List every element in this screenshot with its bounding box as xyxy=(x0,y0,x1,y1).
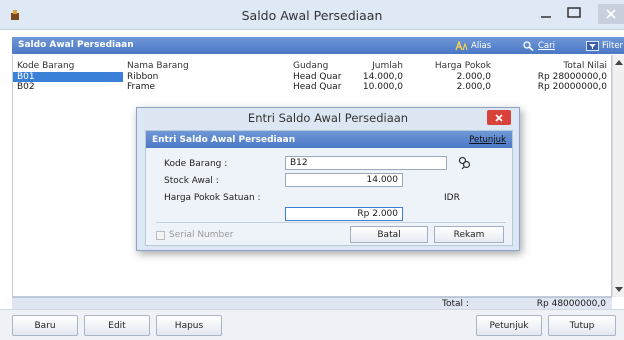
scroll-down-icon[interactable] xyxy=(615,287,623,292)
hapus-button[interactable]: Hapus xyxy=(156,315,222,336)
petunjuk-button[interactable]: Petunjuk xyxy=(476,315,542,336)
dialog-header-bar: Entri Saldo Awal Persediaan Petunjuk xyxy=(146,131,512,148)
cell-kode: B02 xyxy=(17,82,35,92)
column-header[interactable]: Jumlah xyxy=(353,61,403,71)
filter-icon xyxy=(586,40,599,51)
cell-nama: Ribbon xyxy=(127,72,159,82)
search-icon xyxy=(523,40,534,51)
cell-jumlah: 14.000,0 xyxy=(362,72,403,82)
column-header[interactable]: Total Nilai xyxy=(513,61,607,71)
serial-number-label: Serial Number xyxy=(169,230,234,240)
total-bar: Total : Rp 48000000,0 xyxy=(12,297,612,309)
list-header-bar: Saldo Awal Persediaan Alias Cari Filter xyxy=(12,37,624,54)
harga-pokok-field[interactable]: Rp 2.000 xyxy=(285,207,403,221)
window-title: Saldo Awal Persediaan xyxy=(241,8,383,23)
column-header[interactable]: Nama Barang xyxy=(127,61,189,71)
column-header[interactable]: Gudang xyxy=(293,61,328,71)
maximize-button[interactable] xyxy=(563,4,585,24)
kode-barang-label: Kode Barang : xyxy=(164,159,228,169)
rekam-button[interactable]: Rekam xyxy=(434,226,504,243)
harga-pokok-label: Harga Pokok Satuan : xyxy=(164,193,261,203)
dialog-titlebar[interactable]: Entri Saldo Awal Persediaan xyxy=(137,108,519,127)
alias-button[interactable]: Alias xyxy=(455,39,491,52)
cell-total: Rp 20000000,0 xyxy=(537,82,607,92)
cell-total: Rp 28000000,0 xyxy=(537,72,607,82)
dialog-close-button[interactable] xyxy=(487,110,511,125)
stock-awal-label: Stock Awal : xyxy=(164,176,219,186)
kode-barang-field[interactable]: B12 xyxy=(285,156,447,170)
dialog-header-title: Entri Saldo Awal Persediaan xyxy=(152,135,296,145)
cell-gudang: Head Quar xyxy=(293,82,342,92)
close-icon xyxy=(606,9,616,19)
checkbox-box[interactable] xyxy=(156,230,165,240)
cell-harga: 2.000,0 xyxy=(456,72,491,82)
close-icon xyxy=(495,113,503,122)
cell-gudang: Head Quar xyxy=(293,72,342,82)
minimize-button[interactable] xyxy=(536,4,556,24)
total-label: Total : xyxy=(442,299,469,309)
scroll-up-icon[interactable] xyxy=(615,60,623,65)
currency-label: IDR xyxy=(444,193,460,203)
vertical-scrollbar[interactable] xyxy=(612,55,624,297)
column-header[interactable]: Kode Barang xyxy=(17,61,74,71)
maximize-icon xyxy=(567,7,581,18)
table-row[interactable]: B01 Ribbon Head Quar 14.000,0 2.000,0 Rp… xyxy=(13,72,611,82)
entri-dialog: Entri Saldo Awal Persediaan Entri Saldo … xyxy=(136,107,520,251)
divider xyxy=(156,222,506,223)
cell-nama: Frame xyxy=(127,82,156,92)
cell-jumlah: 10.000,0 xyxy=(362,82,403,92)
cari-button[interactable]: Cari xyxy=(522,39,555,52)
alias-icon xyxy=(455,40,468,50)
baru-button[interactable]: Baru xyxy=(12,315,78,336)
serial-number-checkbox[interactable]: Serial Number xyxy=(156,230,233,240)
dialog-help-link[interactable]: Petunjuk xyxy=(469,135,506,145)
alias-label: Alias xyxy=(471,40,492,51)
filter-label: Filter xyxy=(602,40,624,51)
dialog-form: Kode Barang : B12 Stock Awal : 14.000 Ha… xyxy=(146,148,512,245)
minimize-icon xyxy=(541,16,551,18)
window-titlebar: Saldo Awal Persediaan xyxy=(0,0,624,30)
column-header[interactable]: Harga Pokok xyxy=(421,61,491,71)
total-value: Rp 48000000,0 xyxy=(536,299,606,309)
stock-awal-field[interactable]: 14.000 xyxy=(285,173,403,187)
dialog-body: Entri Saldo Awal Persediaan Petunjuk Kod… xyxy=(145,130,513,246)
tutup-button[interactable]: Tutup xyxy=(548,315,616,336)
footer-toolbar: Baru Edit Hapus Petunjuk Tutup xyxy=(0,309,624,340)
edit-button[interactable]: Edit xyxy=(84,315,150,336)
dialog-title: Entri Saldo Awal Persediaan xyxy=(247,111,409,125)
filter-button[interactable]: Filter xyxy=(586,39,623,52)
lookup-link-icon[interactable] xyxy=(458,156,472,170)
table-row[interactable]: B02 Frame Head Quar 10.000,0 2.000,0 Rp … xyxy=(13,82,611,92)
close-button[interactable] xyxy=(598,4,624,24)
cell-kode: B01 xyxy=(17,72,35,82)
cari-label: Cari xyxy=(538,40,555,51)
batal-button[interactable]: Batal xyxy=(350,226,428,243)
list-header-title: Saldo Awal Persediaan xyxy=(18,40,134,50)
cell-harga: 2.000,0 xyxy=(456,82,491,92)
